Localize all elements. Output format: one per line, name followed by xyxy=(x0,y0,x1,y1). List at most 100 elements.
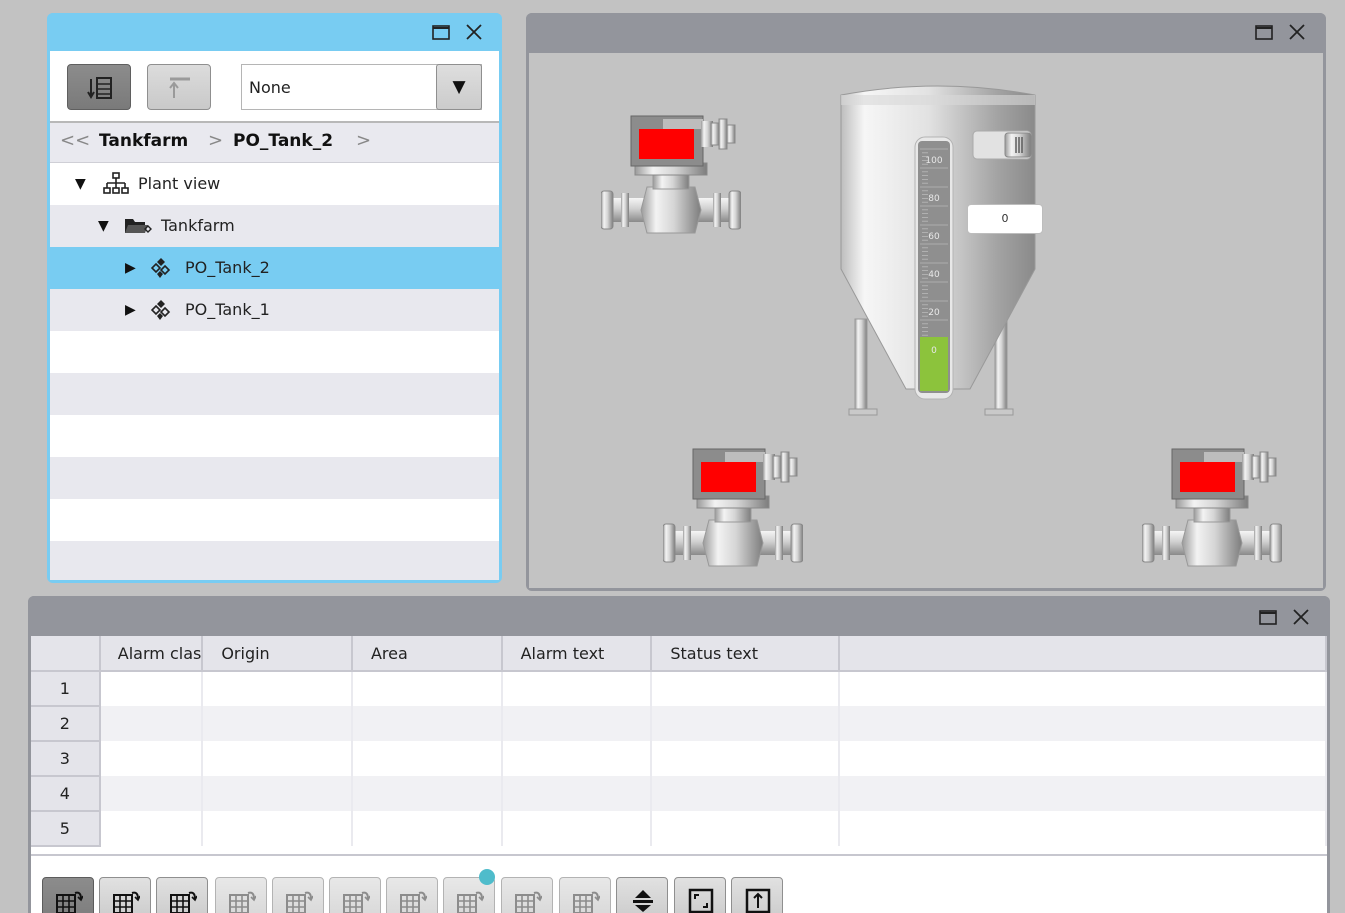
table-cell[interactable] xyxy=(99,706,204,741)
table-cell[interactable] xyxy=(351,811,503,846)
table-cell[interactable] xyxy=(202,811,353,846)
dropdown-arrow-icon[interactable]: ▼ xyxy=(436,64,482,110)
tree-node-po-tank-1[interactable]: ▶ PO_Tank_1 xyxy=(50,289,499,331)
tree-node-po-tank-2[interactable]: ▶ PO_Tank_2 xyxy=(50,247,499,289)
alarm-table-area: Alarm clas Origin Area Alarm text Status… xyxy=(31,636,1327,913)
move-last-button[interactable] xyxy=(386,877,438,913)
close-icon[interactable] xyxy=(1286,21,1308,43)
table-cell[interactable] xyxy=(501,706,653,741)
toggle-view-button[interactable] xyxy=(731,877,783,913)
table-cell[interactable] xyxy=(501,741,653,776)
collapsed-caret-icon[interactable]: ▶ xyxy=(125,260,136,276)
table-cell[interactable] xyxy=(501,776,653,811)
archive-import-button[interactable] xyxy=(156,877,208,913)
tree-empty-row xyxy=(50,415,499,457)
tree-empty-row xyxy=(50,373,499,415)
table-cell[interactable] xyxy=(351,671,503,706)
table-cell[interactable] xyxy=(651,811,840,846)
sort-tree-button[interactable] xyxy=(67,64,131,110)
tree-empty-row xyxy=(50,457,499,499)
process-window-titlebar[interactable] xyxy=(526,13,1326,51)
table-cell[interactable] xyxy=(202,706,353,741)
autoscroll-button[interactable] xyxy=(616,877,668,913)
edit-icon xyxy=(515,891,542,913)
tree-toolbar: None ▼ xyxy=(50,51,499,121)
table-row[interactable]: 4 xyxy=(31,776,1327,812)
breadcrumb-back-icon[interactable]: << xyxy=(60,130,90,151)
row-number: 4 xyxy=(31,776,101,812)
move-down-button[interactable] xyxy=(329,877,381,913)
fit-view-icon xyxy=(688,888,714,913)
tree-node-tankfarm[interactable]: ▼ Tankfarm xyxy=(50,205,499,247)
row-number: 5 xyxy=(31,811,101,847)
table-row[interactable]: 1 xyxy=(31,671,1327,707)
table-cell[interactable] xyxy=(99,811,204,846)
tree-node-plant-view[interactable]: ▼ Plant view xyxy=(50,163,499,205)
table-row[interactable]: 5 xyxy=(31,811,1327,847)
table-cell[interactable] xyxy=(839,741,1327,776)
breadcrumb-item-po-tank-2[interactable]: PO_Tank_2 xyxy=(233,131,333,151)
alarm-window-titlebar[interactable] xyxy=(28,596,1330,636)
process-picture: 100 80 60 40 20 0 0 xyxy=(529,53,1323,588)
table-cell[interactable] xyxy=(351,776,503,811)
tree-node-label: PO_Tank_2 xyxy=(185,258,270,277)
valve-1[interactable] xyxy=(601,113,741,248)
valve-2[interactable] xyxy=(663,446,803,581)
table-cell[interactable] xyxy=(651,671,840,706)
column-header-alarm-text[interactable]: Alarm text xyxy=(501,636,653,672)
table-row[interactable]: 2 xyxy=(31,706,1327,742)
archive-import-icon xyxy=(170,891,197,913)
table-cell[interactable] xyxy=(839,706,1327,741)
table-cell[interactable] xyxy=(839,776,1327,811)
valve-3[interactable] xyxy=(1142,446,1282,581)
tank[interactable]: 100 80 60 40 20 0 xyxy=(835,81,1041,421)
table-row[interactable]: 3 xyxy=(31,741,1327,777)
alarm-view-window: Alarm clas Origin Area Alarm text Status… xyxy=(28,596,1330,913)
table-cell[interactable] xyxy=(99,776,204,811)
go-to-parent-button[interactable] xyxy=(147,64,211,110)
archive-export-button[interactable] xyxy=(99,877,151,913)
fit-view-button[interactable] xyxy=(674,877,726,913)
to-parent-icon xyxy=(169,77,190,98)
table-cell[interactable] xyxy=(839,671,1327,706)
breadcrumb-next-icon[interactable]: > xyxy=(356,130,371,151)
edit-button[interactable] xyxy=(501,877,553,913)
table-cell[interactable] xyxy=(351,706,503,741)
table-cell[interactable] xyxy=(501,671,653,706)
maximize-icon[interactable] xyxy=(430,21,452,43)
collapsed-caret-icon[interactable]: ▶ xyxy=(125,302,136,318)
column-header-alarm-class[interactable]: Alarm clas xyxy=(99,636,204,672)
table-cell[interactable] xyxy=(351,741,503,776)
expanded-caret-icon[interactable]: ▼ xyxy=(75,176,86,192)
column-header-status-text[interactable]: Status text xyxy=(651,636,840,672)
toggle-view-icon xyxy=(745,888,771,913)
maximize-icon[interactable] xyxy=(1253,21,1275,43)
single-acknowledge-button[interactable] xyxy=(42,877,94,913)
move-up-button[interactable] xyxy=(272,877,324,913)
move-first-button[interactable] xyxy=(215,877,267,913)
maximize-icon[interactable] xyxy=(1257,606,1279,628)
expanded-caret-icon[interactable]: ▼ xyxy=(98,218,109,234)
tank-value-field[interactable]: 0 xyxy=(967,204,1043,234)
table-cell[interactable] xyxy=(501,811,653,846)
close-icon[interactable] xyxy=(1290,606,1312,628)
table-cell[interactable] xyxy=(202,741,353,776)
column-header-origin[interactable]: Origin xyxy=(202,636,353,672)
close-icon[interactable] xyxy=(463,21,485,43)
breadcrumb-item-tankfarm[interactable]: Tankfarm xyxy=(99,131,188,151)
reset-button[interactable] xyxy=(559,877,611,913)
table-cell[interactable] xyxy=(839,811,1327,846)
table-cell[interactable] xyxy=(651,741,840,776)
single-acknowledge-icon xyxy=(56,891,83,913)
table-cell[interactable] xyxy=(651,706,840,741)
move-down-icon xyxy=(343,891,370,913)
filter-select[interactable]: None ▼ xyxy=(241,64,482,110)
tree-window-titlebar[interactable] xyxy=(47,13,502,51)
table-cell[interactable] xyxy=(651,776,840,811)
table-cell[interactable] xyxy=(99,671,204,706)
scale-tick-label: 0 xyxy=(931,346,937,356)
column-header-area[interactable]: Area xyxy=(351,636,503,672)
table-cell[interactable] xyxy=(99,741,204,776)
table-cell[interactable] xyxy=(202,671,353,706)
table-cell[interactable] xyxy=(202,776,353,811)
